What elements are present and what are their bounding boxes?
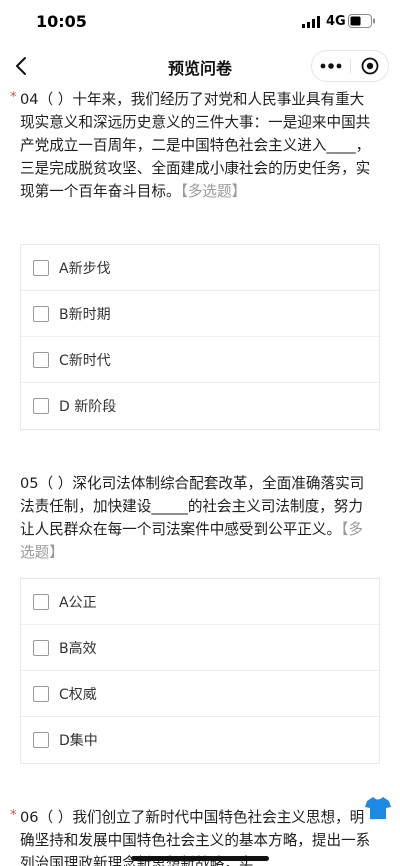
option-label: C新时代 <box>59 353 111 369</box>
status-time: 10:05 <box>36 12 87 31</box>
option-label: B新时期 <box>59 307 111 323</box>
checkbox[interactable] <box>33 306 49 322</box>
battery-icon <box>348 14 375 28</box>
question-text: 04（ ）十年来，我们经历了对党和人民事业具有重大现实意义和深远历史意义的三件大… <box>20 88 376 203</box>
more-dots-icon <box>320 63 342 69</box>
checkbox[interactable] <box>33 594 49 610</box>
option-d[interactable]: D 新阶段 <box>21 383 379 429</box>
more-button[interactable] <box>312 51 350 81</box>
option-c[interactable]: C新时代 <box>21 337 379 383</box>
target-close-icon <box>361 57 379 75</box>
signal-icon <box>302 16 320 28</box>
required-mark: * <box>10 90 17 105</box>
option-label: C权威 <box>59 687 97 703</box>
shirt-icon <box>365 797 391 819</box>
option-c[interactable]: C权威 <box>21 671 379 717</box>
required-mark: * <box>10 808 17 823</box>
checkbox[interactable] <box>33 260 49 276</box>
question-text: 05（ ）深化司法体制综合配套改革，全面准确落实司法责任制，加快建设_____的… <box>20 472 376 564</box>
home-indicator <box>131 856 269 861</box>
network-label: 4G <box>326 14 346 29</box>
checkbox[interactable] <box>33 640 49 656</box>
option-label: A公正 <box>59 595 97 611</box>
status-bar: 10:05 4G <box>0 0 400 44</box>
checkbox[interactable] <box>33 686 49 702</box>
close-button[interactable] <box>351 51 389 81</box>
options-group: A新步伐 B新时期 C新时代 D 新阶段 <box>20 244 380 430</box>
checkbox[interactable] <box>33 398 49 414</box>
theme-fab-button[interactable] <box>360 790 396 826</box>
option-label: D集中 <box>59 733 98 749</box>
mini-program-capsule <box>311 50 389 82</box>
question-type-tag: 【多选题】 <box>180 183 247 200</box>
option-d[interactable]: D集中 <box>21 717 379 763</box>
option-b[interactable]: B新时期 <box>21 291 379 337</box>
option-b[interactable]: B高效 <box>21 625 379 671</box>
survey-content[interactable]: * 04（ ）十年来，我们经历了对党和人民事业具有重大现实意义和深远历史意义的三… <box>0 88 400 866</box>
checkbox[interactable] <box>33 352 49 368</box>
option-label: D 新阶段 <box>59 399 117 415</box>
option-a[interactable]: A公正 <box>21 579 379 625</box>
option-label: A新步伐 <box>59 261 111 277</box>
checkbox[interactable] <box>33 732 49 748</box>
nav-bar: 预览问卷 <box>0 44 400 88</box>
option-a[interactable]: A新步伐 <box>21 245 379 291</box>
options-group: A公正 B高效 C权威 D集中 <box>20 578 380 764</box>
question-body: 05（ ）深化司法体制综合配套改革，全面准确落实司法责任制，加快建设_____的… <box>20 475 365 538</box>
option-label: B高效 <box>59 641 97 657</box>
